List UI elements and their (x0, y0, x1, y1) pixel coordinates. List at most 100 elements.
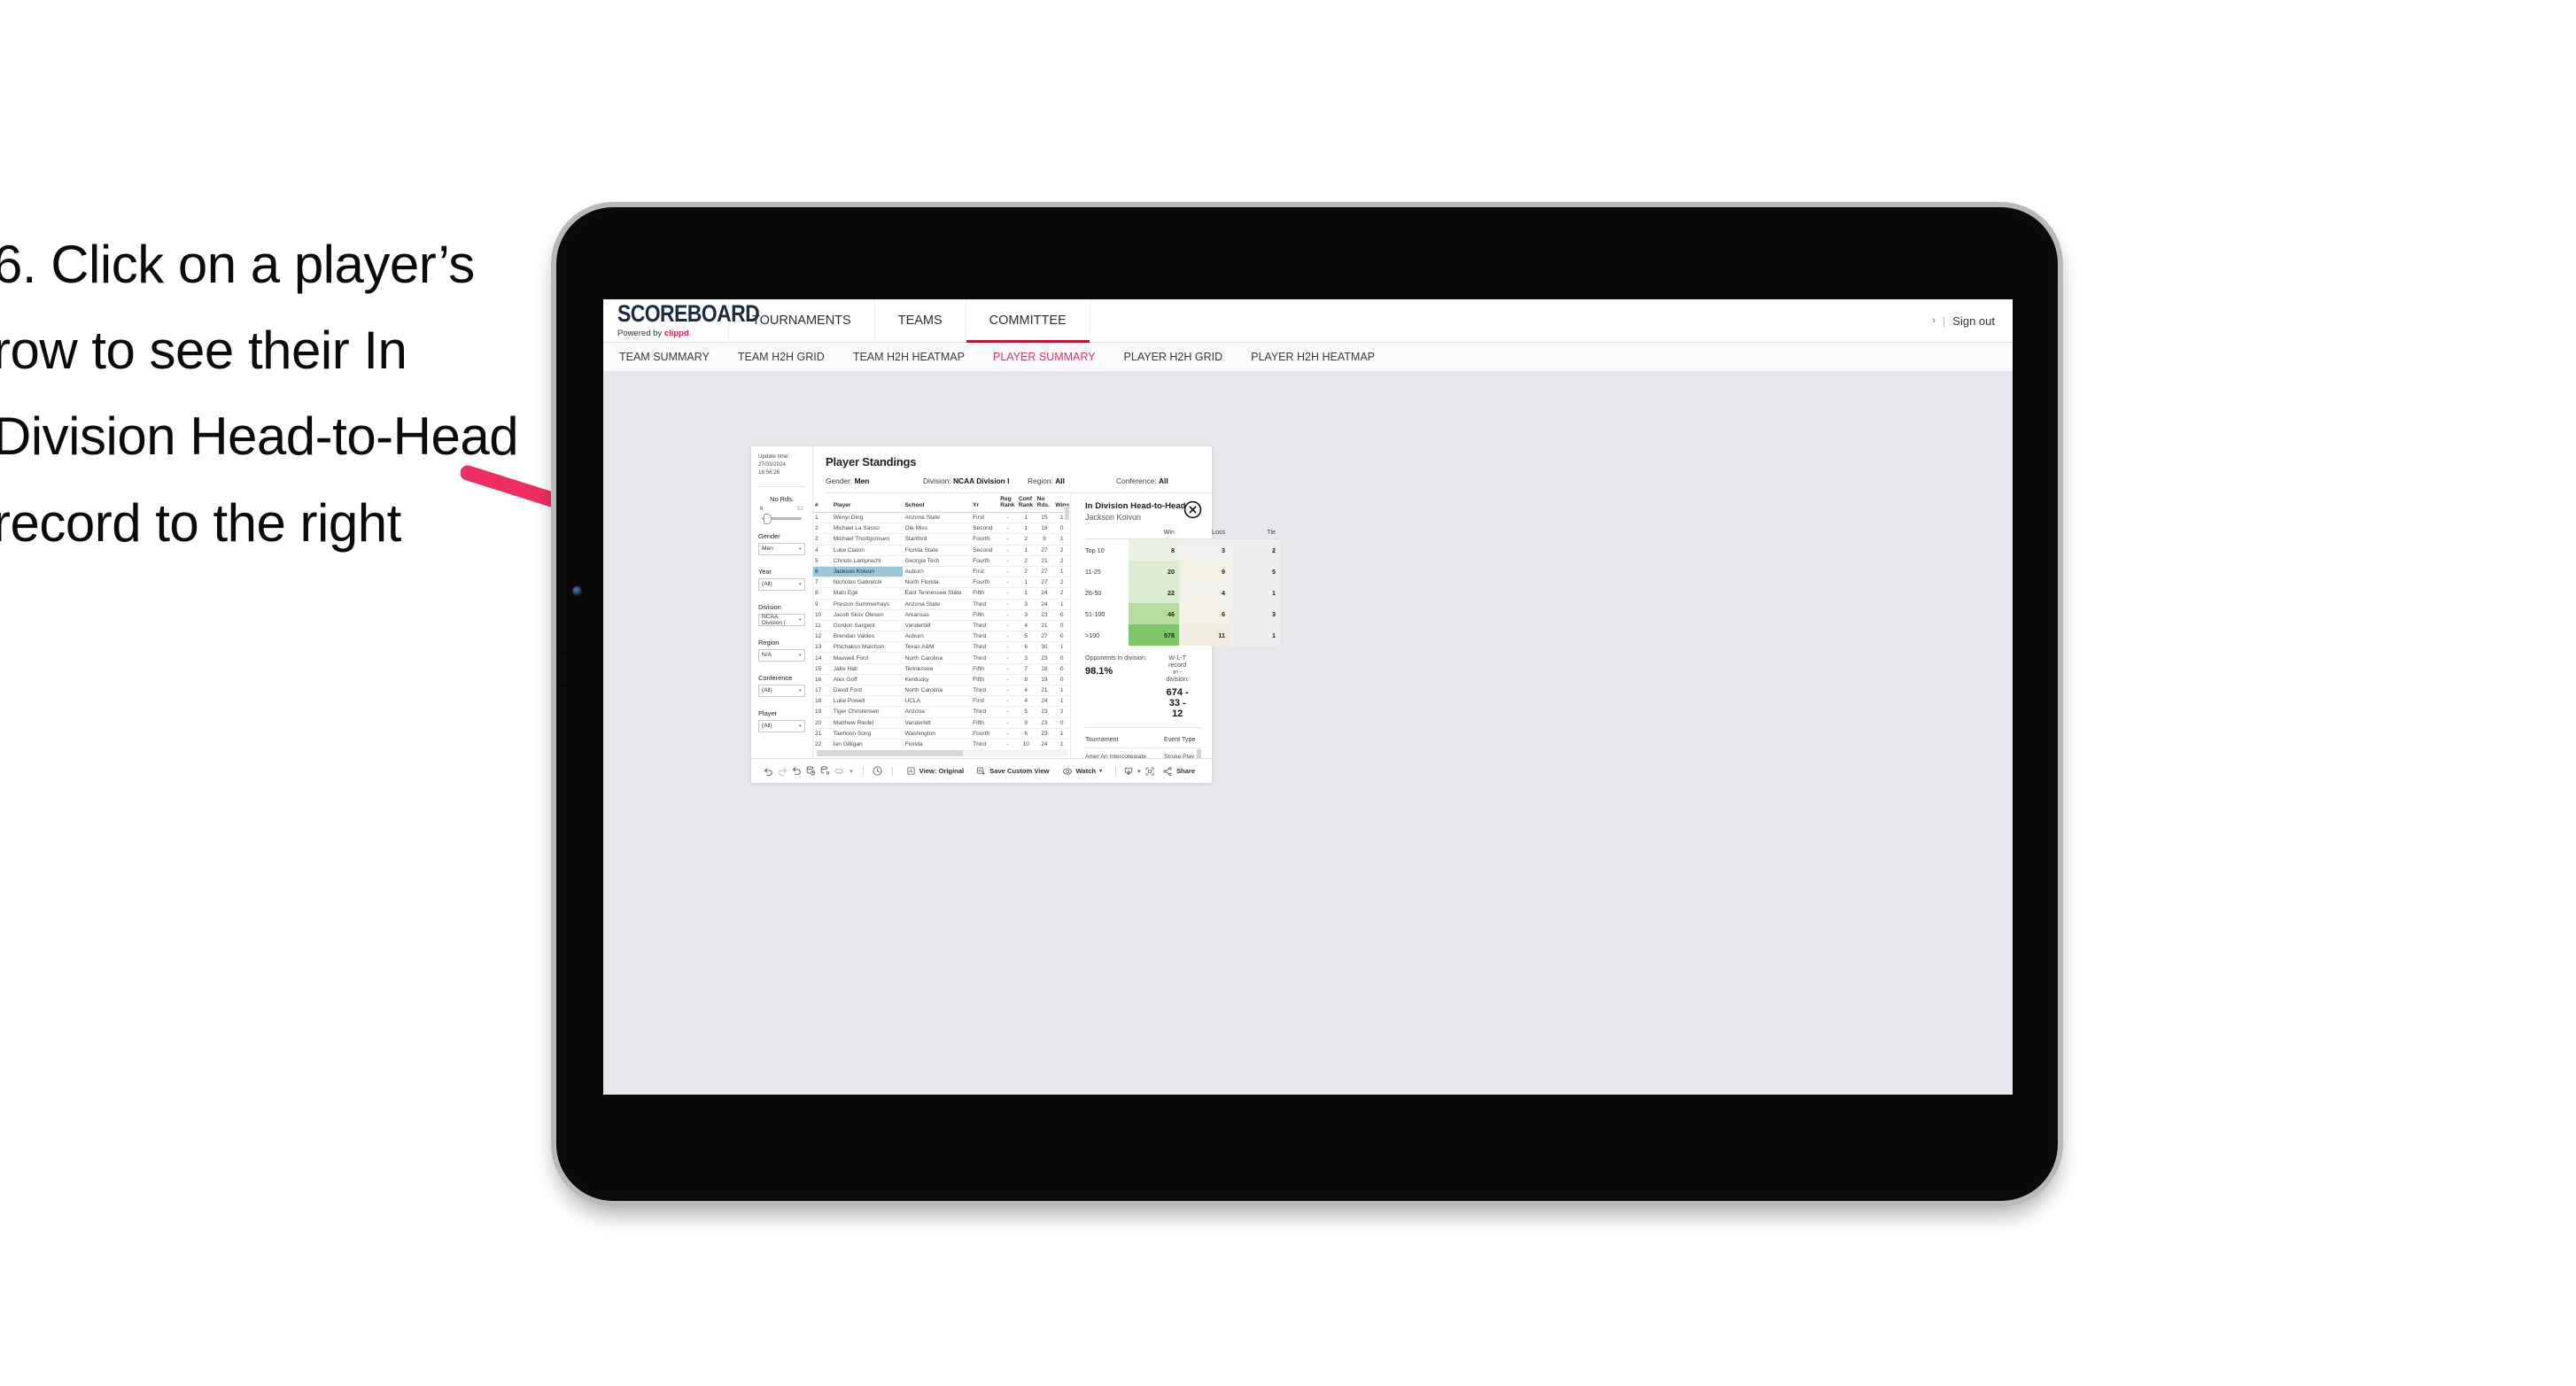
chevron-down-icon[interactable]: ▾ (1135, 768, 1143, 775)
tab-player-summary[interactable]: PLAYER SUMMARY (993, 351, 1096, 363)
tab-team-h2h-heatmap[interactable]: TEAM H2H HEATMAP (853, 351, 965, 363)
th-no-rds[interactable]: No Rds. (1035, 493, 1054, 513)
th-player[interactable]: Player (831, 493, 904, 513)
revert-icon[interactable] (790, 765, 804, 777)
th-school[interactable]: School (903, 493, 972, 513)
no-rounds-slider[interactable] (762, 514, 802, 525)
th-rank[interactable]: # (813, 493, 832, 513)
tab-player-h2h-heatmap[interactable]: PLAYER H2H HEATMAP (1251, 351, 1375, 363)
h2h-loss-cell: 4 (1179, 582, 1230, 603)
table-row[interactable]: 22 Ian Gilligan Florida Third -10 24 1 (813, 739, 1070, 748)
tournament-scrollbar[interactable] (1197, 749, 1201, 758)
save-custom-view-label: Save Custom View (989, 767, 1050, 775)
standings-scroll-area[interactable]: # Player School Yr Reg Rank Conf Rank No Rd… (813, 493, 1070, 748)
sign-out-link[interactable]: Sign out (1952, 314, 1995, 328)
table-row[interactable]: 6 Jackson Koivun Auburn First -2 27 1 (813, 566, 1070, 578)
view-original-button[interactable]: View: Original (900, 766, 971, 776)
standings-vertical-scrollbar[interactable] (1065, 506, 1069, 520)
download-icon[interactable] (1123, 766, 1135, 777)
th-tournament[interactable]: Tournament (1085, 734, 1164, 748)
cell-reg-rank: - (998, 533, 1017, 546)
filter-player-select[interactable]: (All) ▾ (758, 719, 805, 732)
table-row[interactable]: 9 Preston Summerhays Arizona State Third -3 2… (813, 599, 1070, 610)
filter-division-select[interactable]: NCAA Division I ▾ (758, 613, 805, 626)
table-row[interactable]: 19 Tiger Christensen Arizona Third -5 23 2 (813, 706, 1070, 718)
refresh-data-icon[interactable] (804, 765, 819, 777)
table-row[interactable]: 12 Brendan Valdes Auburn Third -5 27 0 (813, 631, 1070, 643)
table-row[interactable]: 2 Michael La Sasso Ole Miss Second -1 18 0 (813, 523, 1070, 535)
h2h-header-row: Win Loss Tie (1085, 529, 1280, 539)
standings-hscroll-wrap (813, 748, 1070, 758)
volume-up-button[interactable] (559, 530, 566, 561)
table-row[interactable]: 20 Matthew Riedel Vanderbilt Fifth -9 23 0 (813, 717, 1070, 729)
cell-no-rds: 9 (1035, 533, 1054, 546)
nav-tournaments[interactable]: TOURNAMENTS (729, 299, 875, 342)
table-row[interactable]: 13 Phichaksn Maichon Texas A&M Third -6 30 1 (813, 641, 1070, 654)
h2h-tie-cell: 5 (1230, 561, 1280, 582)
filter-gender: Gender Men ▾ (758, 532, 805, 555)
th-event-type[interactable]: Event Type (1164, 734, 1201, 748)
standings-hscroll-thumb[interactable] (817, 750, 963, 756)
nav-teams[interactable]: TEAMS (875, 299, 966, 342)
table-row[interactable]: 18 Luke Powell UCLA First -4 24 1 (813, 695, 1070, 708)
th-conf-rank[interactable]: Conf Rank (1016, 493, 1036, 513)
tab-team-summary[interactable]: TEAM SUMMARY (619, 351, 710, 363)
history-icon[interactable] (871, 765, 885, 777)
filter-gender-select[interactable]: Men ▾ (758, 542, 805, 555)
table-row[interactable]: 5 Christo Lamprecht Georgia Tech Fourth -2 21… (813, 555, 1070, 567)
table-row[interactable]: 4 Luke Claton Florida State Second -1 27 2 (813, 545, 1070, 556)
cell-wins: 2 (1053, 706, 1070, 718)
fullscreen-icon[interactable] (1143, 766, 1156, 777)
table-row[interactable]: 11 Gordon Sargent Vanderbilt Third -4 21 0 (813, 620, 1070, 632)
tournament-row[interactable]: Amer Ari IntercollegiateStroke Play4-17 (1085, 747, 1201, 758)
table-row[interactable]: 8 Mats Ege East Tennessee State Fifth -1 24 2 (813, 587, 1070, 600)
h2h-tie-cell: 1 (1230, 624, 1280, 646)
close-circle-icon[interactable] (1183, 500, 1202, 519)
cell-year: Third (971, 599, 999, 610)
nav-committee[interactable]: COMMITTEE (966, 299, 1090, 343)
chevron-down-icon[interactable]: ▾ (847, 768, 856, 775)
cell-wins: 1 (1053, 599, 1070, 610)
save-custom-view-button[interactable]: Save Custom View (970, 766, 1055, 776)
cell-player: Wenyi Ding (831, 512, 904, 524)
th-year[interactable]: Yr (971, 493, 999, 513)
no-rounds-slider-handle[interactable] (763, 514, 772, 525)
cell-school: Auburn (903, 566, 972, 578)
filter-year-select[interactable]: (All) ▾ (758, 577, 805, 591)
th-reg-rank[interactable]: Reg Rank (998, 493, 1017, 513)
undo-icon[interactable] (762, 765, 776, 777)
opponents-stat: Opponents in division: 98.1% (1085, 654, 1166, 719)
h2h-matrix-table: Win Loss Tie Top 10 8 3 2 11-25 20 9 5 26-50 22 4 1… (1085, 529, 1280, 646)
table-row[interactable]: 16 Alex Goff Kentucky Fifth -8 19 0 (813, 674, 1070, 686)
power-button[interactable] (559, 654, 566, 684)
table-row[interactable]: 3 Michael Thorbjornsen Stanford Fourth -2 9 1 (813, 533, 1070, 546)
table-row[interactable]: 21 Taehoon Song Washington Fourth -6 23 1 (813, 728, 1070, 739)
table-row[interactable]: 1 Wenyi Ding Arizona State First -1 15 1 (813, 512, 1070, 524)
share-button[interactable]: Share (1156, 766, 1201, 777)
cell-no-rds: 27 (1035, 577, 1054, 589)
cell-rank: 4 (813, 545, 832, 556)
volume-down-button[interactable] (559, 615, 566, 645)
watch-button[interactable]: Watch ▾ (1056, 766, 1109, 777)
cell-player: Preston Summerhays (831, 599, 904, 610)
user-chevron-icon[interactable]: › (1932, 315, 1936, 326)
redo-icon[interactable] (776, 765, 790, 777)
table-row[interactable]: 15 Jake Hall Tennessee Fifth -7 18 0 (813, 663, 1070, 675)
pause-updates-icon[interactable] (819, 765, 833, 777)
brand-title: SCOREBOARD (617, 299, 760, 327)
cell-rank: 13 (813, 641, 832, 654)
tab-team-h2h-grid[interactable]: TEAM H2H GRID (738, 351, 825, 363)
standings-horizontal-scrollbar[interactable] (817, 750, 1068, 756)
filter-region-select[interactable]: N/A ▾ (758, 648, 805, 662)
pill-icon[interactable] (833, 765, 847, 777)
cell-player: Michael Thorbjornsen (831, 533, 904, 546)
cell-year: First (971, 695, 999, 708)
table-row[interactable]: 10 Jacob Skov Olesen Arkansas Fifth -3 23 0 (813, 609, 1070, 621)
table-row[interactable]: 7 Nicholas Gabrelcik North Florida Fourth -1… (813, 577, 1070, 589)
table-row[interactable]: 14 Maxwell Ford North Carolina Third -3 23 0 (813, 652, 1070, 664)
tab-player-h2h-grid[interactable]: PLAYER H2H GRID (1124, 351, 1223, 363)
brand-logo[interactable]: SCOREBOARD Powered by clippd (603, 299, 760, 342)
table-row[interactable]: 17 David Ford North Carolina Third -4 21 1 (813, 685, 1070, 697)
filter-conference-select[interactable]: (All) ▾ (758, 684, 805, 697)
cell-wins: 1 (1053, 695, 1070, 708)
